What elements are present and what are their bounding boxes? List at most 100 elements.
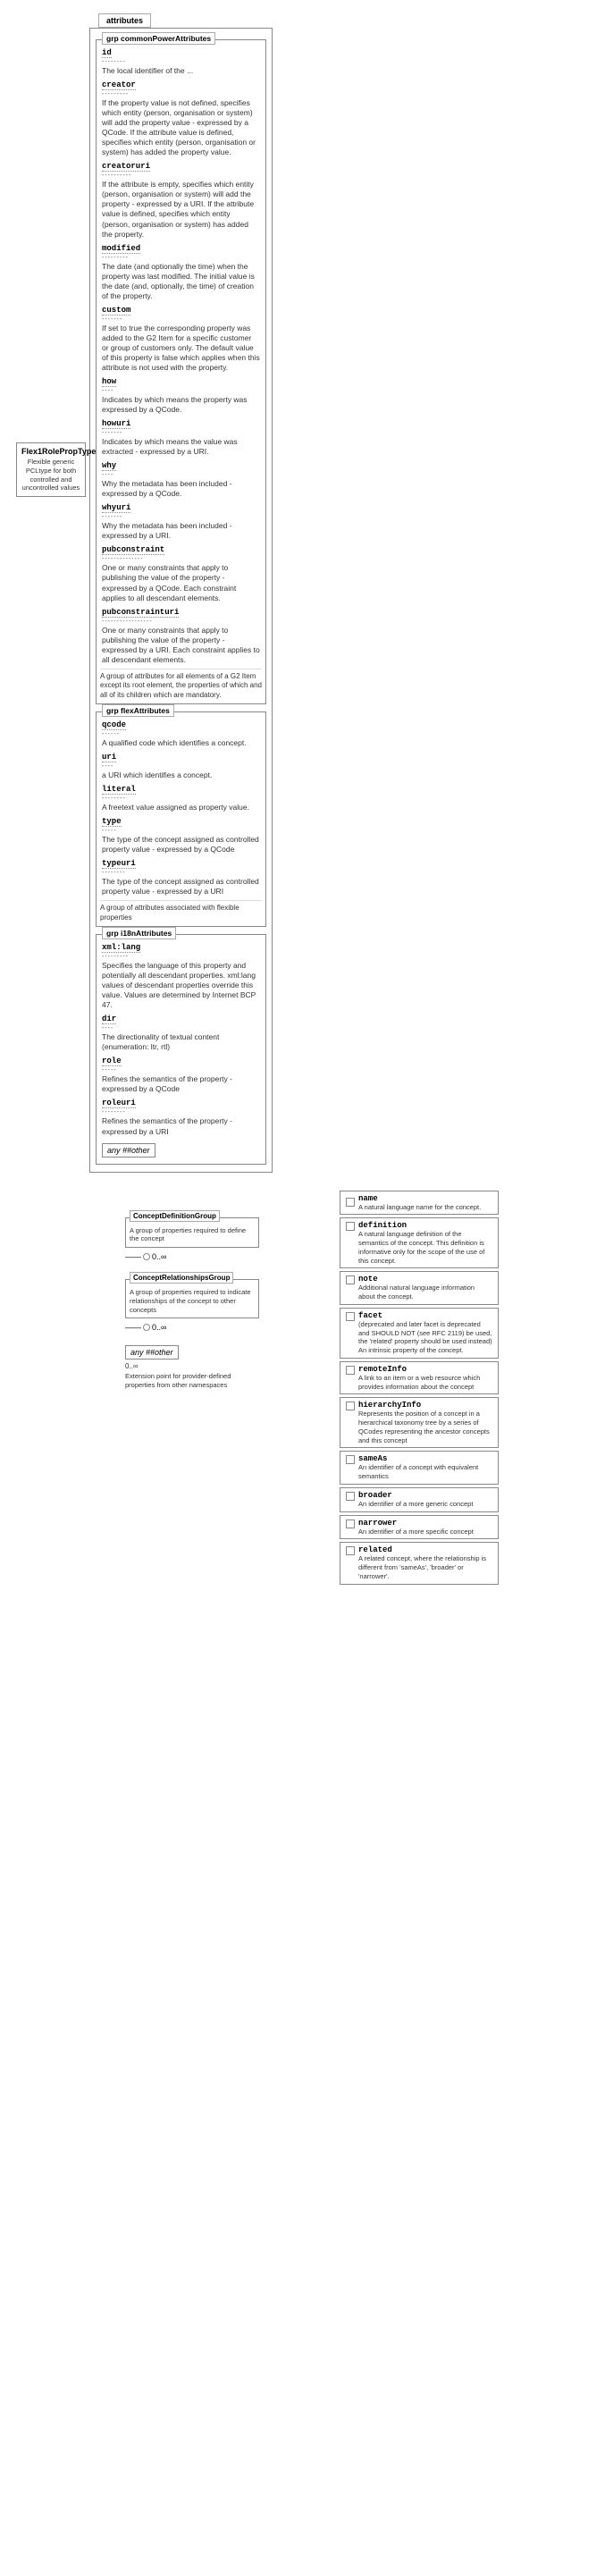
concept-name-icon — [346, 1198, 355, 1207]
concept-related-content: related A related concept, where the rel… — [358, 1545, 492, 1580]
prop-pubconstrainturi-name: pubconstrainturi — [102, 608, 179, 618]
prop-creator-desc: If the property value is not defined, sp… — [102, 98, 260, 157]
i18n-attributes-group: grp i18nAttributes xml:lang --------- Sp… — [96, 934, 266, 1165]
prop-pubconstrainturi: pubconstrainturi ----------------- One o… — [102, 607, 260, 665]
concept-narrower-content: narrower An identifier of a more specifi… — [358, 1519, 474, 1536]
concept-definition-label: definition — [358, 1221, 492, 1230]
prop-creator: creator --------- If the property value … — [102, 80, 260, 157]
prop-typeuri-dots: -------- — [102, 870, 260, 876]
prop-role: role ----- Refines the semantics of the … — [102, 1056, 260, 1094]
concept-facet-content: facet (deprecated and later facet is dep… — [358, 1311, 492, 1355]
concept-related-label: related — [358, 1545, 492, 1554]
concept-sameas-box: sameAs An identifier of a concept with e… — [340, 1451, 499, 1485]
concept-sameas-desc: An identifier of a concept with equivale… — [358, 1463, 492, 1481]
prop-uri-desc: a URI which identifies a concept. — [102, 770, 260, 780]
concept-hierarchyinfo-label: hierarchyInfo — [358, 1401, 492, 1410]
flex-attributes-group: grp flexAttributes qcode ------ A qualif… — [96, 711, 266, 927]
prop-role-desc: Refines the semantics of the property - … — [102, 1074, 260, 1094]
concept-rel-multiplicity: —— 0..∞ — [125, 1323, 259, 1332]
common-power-footer: A group of attributes for all elements o… — [100, 669, 262, 700]
prop-roleuri: roleuri -------- Refines the semantics o… — [102, 1098, 260, 1136]
prop-xmllang-name: xml:lang — [102, 943, 140, 953]
concept-related-icon — [346, 1546, 355, 1555]
concept-def-multiplicity: —— 0..∞ — [125, 1252, 259, 1261]
common-power-attributes-title: grp commonPowerAttributes — [102, 32, 215, 45]
concept-relationships-desc: A group of properties required to indica… — [130, 1288, 255, 1314]
prop-uri-dots: ---- — [102, 763, 260, 770]
prop-custom: custom ------- If set to true the corres… — [102, 305, 260, 373]
prop-custom-name: custom — [102, 306, 130, 316]
concept-rel-mult-dots: —— — [125, 1323, 141, 1332]
prop-whyuri-desc: Why the metadata has been included - exp… — [102, 521, 260, 541]
prop-pubconstraint: pubconstraint -------------- One or many… — [102, 544, 260, 602]
concept-remoteinfo-box: remoteInfo A link to an item or a web re… — [340, 1361, 499, 1395]
concept-remoteinfo-content: remoteInfo A link to an item or a web re… — [358, 1365, 492, 1392]
prop-uri-name: uri — [102, 753, 116, 762]
prop-id-dots: -------- — [102, 59, 260, 65]
prop-custom-desc: If set to true the corresponding propert… — [102, 324, 260, 373]
prop-type-dots: ----- — [102, 828, 260, 834]
prop-creatoruri-dots: ---------- — [102, 173, 260, 179]
prop-howuri-desc: Indicates by which means the value was e… — [102, 437, 260, 457]
concept-related-box: related A related concept, where the rel… — [340, 1542, 499, 1584]
concept-remoteinfo-icon — [346, 1366, 355, 1375]
concept-definition-desc: A natural language definition of the sem… — [358, 1230, 492, 1265]
prop-dir-name: dir — [102, 1014, 116, 1024]
prop-id: id -------- The local identifier of the … — [102, 47, 260, 76]
prop-id-name: id — [102, 48, 112, 58]
concept-hierarchyinfo-desc: Represents the position of a concept in … — [358, 1410, 492, 1444]
prop-why: why ---- Why the metadata has been inclu… — [102, 460, 260, 499]
prop-literal-dots: -------- — [102, 796, 260, 802]
concept-sameas-icon — [346, 1455, 355, 1464]
concept-narrower-icon — [346, 1520, 355, 1528]
prop-custom-dots: ------- — [102, 316, 260, 323]
concept-def-area: ConceptDefinitionGroup A group of proper… — [125, 1217, 259, 1390]
concept-definition-box: definition A natural language definition… — [340, 1217, 499, 1268]
prop-roleuri-name: roleuri — [102, 1099, 136, 1108]
left-label-desc: Flexible generic PCLtype for both contro… — [21, 458, 80, 492]
concept-definition-icon — [346, 1222, 355, 1231]
concept-name-content: name A natural language name for the con… — [358, 1194, 481, 1212]
prop-creatoruri-desc: If the attribute is empty, specifies whi… — [102, 180, 260, 239]
prop-whyuri-dots: ------- — [102, 514, 260, 520]
prop-whyuri: whyuri ------- Why the metadata has been… — [102, 502, 260, 541]
concept-def-mult-circle — [143, 1253, 150, 1260]
prop-howuri-dots: ------- — [102, 430, 260, 436]
prop-why-dots: ---- — [102, 472, 260, 478]
prop-literal: literal -------- A freetext value assign… — [102, 784, 260, 812]
prop-uri: uri ---- a URI which identifies a concep… — [102, 752, 260, 780]
prop-id-desc: The local identifier of the ... — [102, 66, 260, 76]
prop-pubconstraint-name: pubconstraint — [102, 545, 164, 555]
prop-role-dots: ----- — [102, 1067, 260, 1073]
concept-sameas-content: sameAs An identifier of a concept with e… — [358, 1454, 492, 1481]
concept-note-content: note Additional natural language informa… — [358, 1275, 492, 1301]
flex-attributes-title: grp flexAttributes — [102, 704, 174, 717]
prop-howuri-name: howuri — [102, 419, 130, 429]
prop-why-desc: Why the metadata has been included - exp… — [102, 479, 260, 499]
prop-pubconstrainturi-dots: ----------------- — [102, 619, 260, 625]
prop-pubconstraint-dots: -------------- — [102, 556, 260, 562]
prop-why-name: why — [102, 461, 116, 471]
prop-modified: modified --------- The date (and optiona… — [102, 243, 260, 301]
concept-definition-group-box: ConceptDefinitionGroup A group of proper… — [125, 1217, 259, 1249]
prop-qcode-dots: ------ — [102, 731, 260, 737]
concept-relationships-title: ConceptRelationshipsGroup — [130, 1272, 233, 1284]
prop-xmllang-desc: Specifies the language of this property … — [102, 961, 260, 1010]
concept-note-box: note Additional natural language informa… — [340, 1271, 499, 1305]
any-other-ext-desc: Extension point for provider-defined pro… — [125, 1372, 259, 1390]
concept-facet-desc: (deprecated and later facet is deprecate… — [358, 1320, 492, 1355]
concept-name-box: name A natural language name for the con… — [340, 1191, 499, 1216]
any-other-ext-area: any ##other 0..∞ Extension point for pro… — [125, 1345, 259, 1390]
prop-roleuri-dots: -------- — [102, 1109, 260, 1115]
prop-modified-name: modified — [102, 244, 140, 254]
concept-rel-mult-circle — [143, 1324, 150, 1331]
prop-how-dots: ---- — [102, 388, 260, 394]
prop-creator-dots: --------- — [102, 91, 260, 97]
concept-remoteinfo-desc: A link to an item or a web resource whic… — [358, 1374, 492, 1392]
concept-broader-content: broader An identifier of a more generic … — [358, 1491, 473, 1509]
prop-howuri: howuri ------- Indicates by which means … — [102, 418, 260, 457]
prop-creatoruri: creatoruri ---------- If the attribute i… — [102, 161, 260, 239]
concept-definition-content: definition A natural language definition… — [358, 1221, 492, 1265]
prop-dir-dots: ---- — [102, 1025, 260, 1031]
left-label-box: Flex1RolePropType Flexible generic PCLty… — [16, 442, 86, 497]
